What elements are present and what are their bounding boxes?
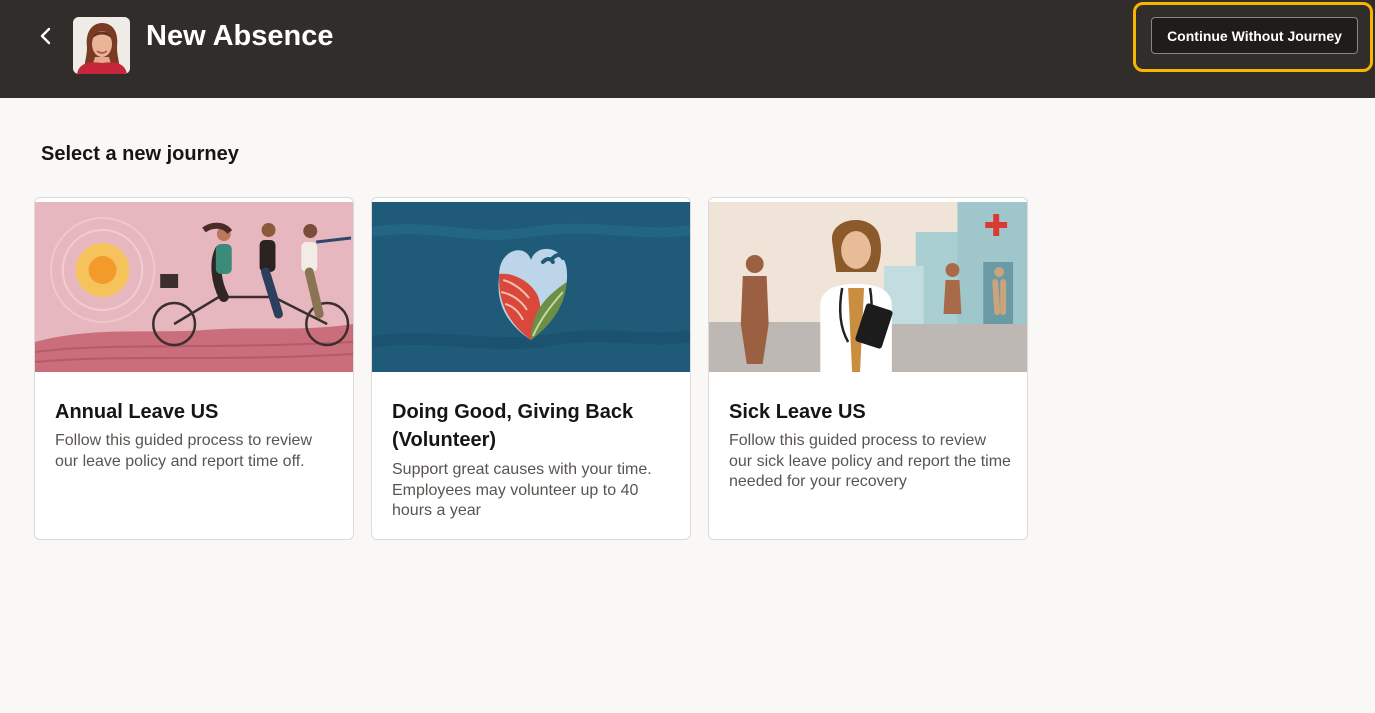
card-description: Support great causes with your time. Emp… [392, 461, 652, 519]
card-title: Doing Good, Giving Back (Volunteer) [392, 401, 634, 451]
card-title: Sick Leave US [729, 401, 866, 423]
header-bar: New Absence Continue Without Journey [0, 0, 1375, 98]
card-description: Follow this guided process to review our… [55, 432, 313, 470]
section-title: Select a new journey [41, 143, 239, 165]
doctor-illustration [709, 202, 1027, 372]
card-title: Annual Leave US [55, 401, 219, 423]
continue-without-journey-button[interactable]: Continue Without Journey [1151, 17, 1358, 54]
chevron-left-icon [40, 27, 51, 45]
avatar[interactable] [73, 17, 130, 74]
journey-card-volunteer[interactable]: Doing Good, Giving Back (Volunteer) Supp… [371, 197, 691, 540]
tandem-bicycle-illustration [35, 202, 353, 372]
heart-illustration [372, 202, 690, 372]
back-button[interactable] [34, 22, 58, 50]
journey-card-annual-leave[interactable]: Annual Leave US Follow this guided proce… [34, 197, 354, 540]
page-title: New Absence [146, 20, 334, 52]
user-photo [73, 17, 130, 74]
journey-card-sick-leave[interactable]: Sick Leave US Follow this guided process… [708, 197, 1028, 540]
card-description: Follow this guided process to review our… [729, 432, 1011, 490]
